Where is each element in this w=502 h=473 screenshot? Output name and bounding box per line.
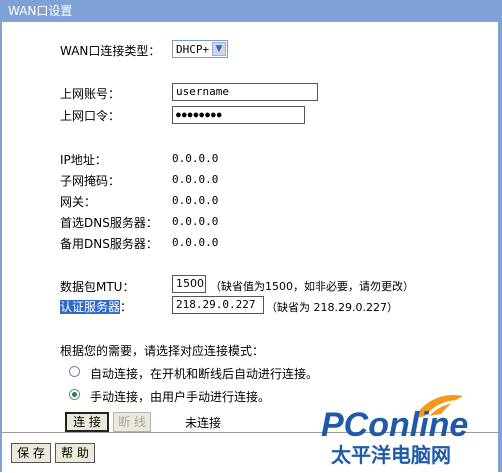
wan-type-select[interactable]: DHCP+ ▼ [172,40,228,58]
wan-settings-form: WAN口连接类型： DHCP+ ▼ 上网账号： username 上网口令： ●… [2,22,498,432]
dns1-label: 首选DNS服务器： [60,216,158,230]
auth-server-label: 认证服务器： [60,298,132,315]
auto-connect-label[interactable]: 自动连接，在开机和断线后自动进行连接。 [90,365,318,382]
dns2-value: 0.0.0.0 [172,236,219,249]
radio-manual-connect[interactable] [69,389,80,400]
chevron-down-icon[interactable]: ▼ [212,42,226,56]
page-title: WAN口设置 [8,4,73,18]
save-button[interactable]: 保 存 [11,443,51,463]
auth-server-label-colon: ： [120,300,133,314]
dns1-value: 0.0.0.0 [172,215,219,228]
auth-server-input[interactable]: 218.29.0.227 [172,296,264,314]
dns2-label: 备用DNS服务器： [60,237,158,251]
auth-server-hint: （缺省为 218.29.0.227） [266,301,398,314]
mode-prompt: 根据您的需要，请选择对应连接模式： [60,344,265,358]
mtu-hint: （缺省值为1500，如非必要，请勿更改） [210,280,414,293]
ip-label: IP地址： [60,153,107,167]
connect-button[interactable]: 连 接 [65,412,109,432]
mask-value: 0.0.0.0 [172,173,219,186]
wan-type-value: DHCP+ [176,43,210,56]
wan-type-label: WAN口连接类型： [60,44,161,58]
connection-status: 未连接 [185,416,222,430]
password-label: 上网口令： [60,109,121,123]
radio-auto-connect[interactable] [69,366,80,377]
password-input[interactable]: ●●●●●●●● [172,106,305,124]
mtu-input[interactable]: 1500 [172,275,206,293]
manual-connect-label[interactable]: 手动连接，由用户手动进行连接。 [90,388,270,405]
title-bar: WAN口设置 [0,0,502,22]
frame-border-right [498,22,502,472]
logo-brand-text: PConline [321,406,468,444]
disconnect-button[interactable]: 断 线 [113,412,151,432]
auth-server-label-text: 认证服务器 [60,300,121,314]
gateway-label: 网关： [60,195,97,209]
pconline-logo: PConline 太平洋电脑网 [313,388,496,468]
ip-value: 0.0.0.0 [172,152,219,165]
gateway-value: 0.0.0.0 [172,194,219,207]
logo-cn-text: 太平洋电脑网 [331,443,451,467]
help-button[interactable]: 帮 助 [55,443,95,463]
pconline-logo-graphic: PConline 太平洋电脑网 [321,394,468,467]
account-label: 上网账号： [60,87,121,101]
account-input[interactable]: username [172,83,318,101]
mtu-label: 数据包MTU： [60,280,135,294]
mask-label: 子网掩码： [60,174,121,188]
